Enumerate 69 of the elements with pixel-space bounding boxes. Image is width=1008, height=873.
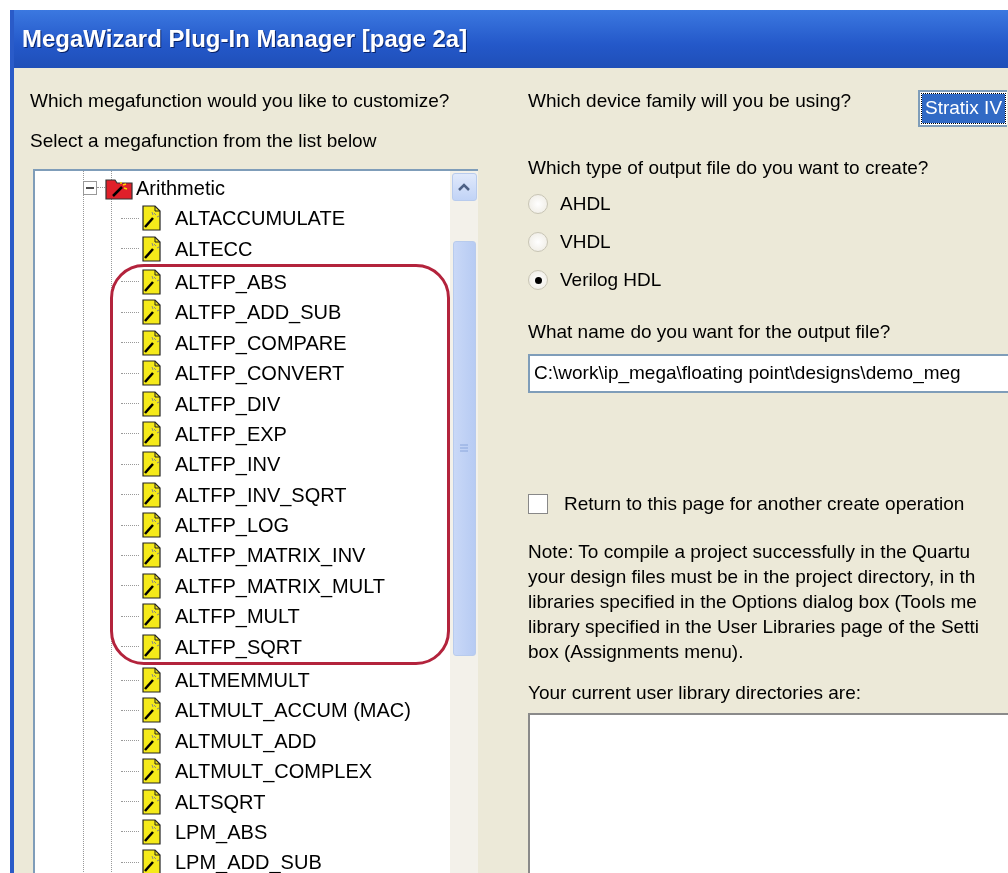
wand-file-icon	[141, 819, 162, 845]
checkbox-label[interactable]: Return to this page for another create operation	[564, 492, 965, 516]
collapse-icon[interactable]	[83, 180, 97, 195]
wand-file-icon	[141, 205, 162, 232]
wand-file-icon	[141, 667, 162, 694]
scroll-thumb[interactable]	[452, 240, 476, 656]
wand-file-icon	[141, 235, 162, 262]
output-file-field[interactable]: C:\work\ip_mega\floating point\designs\demo_meg	[528, 354, 1008, 393]
scroll-up-button[interactable]	[451, 172, 477, 201]
tree-item[interactable]: ALTFP_LOG	[113, 509, 447, 541]
radio-label[interactable]: Verilog HDL	[560, 268, 662, 292]
radio-button[interactable]	[528, 194, 548, 215]
wand-file-icon	[141, 512, 162, 539]
wand-file-icon	[141, 360, 162, 387]
wand-file-icon	[141, 390, 162, 417]
instruction-label: Select a megafunction from the list below	[30, 129, 378, 153]
wand-file-icon	[141, 420, 162, 447]
tree-item[interactable]: ALTMULT_COMPLEX	[35, 756, 450, 787]
output-name-label: What name do you want for the output file?	[528, 321, 892, 345]
tree-item[interactable]: ALTFP_ABS	[113, 266, 447, 298]
tree-item[interactable]: ALTFP_DIV	[113, 388, 447, 419]
wand-file-icon	[141, 299, 162, 326]
tree-item[interactable]: ALTFP_CONVERT	[113, 357, 447, 389]
wand-file-icon	[141, 542, 162, 569]
wand-file-icon	[141, 268, 162, 295]
tree-item[interactable]: ALTFP_MULT	[113, 601, 447, 632]
wand-file-icon	[141, 481, 162, 508]
wand-file-icon	[141, 697, 162, 724]
wand-file-icon	[141, 633, 162, 660]
tree-item[interactable]: ALTFP_MATRIX_INV	[113, 540, 447, 571]
tree-item[interactable]: ALTMULT_ADD	[35, 725, 450, 756]
note-text: Note: To compile a project successfully in the Quartu your design files must be in the project directory, in th libraries specified in the Options dialog box (Tools me library specified in the User Libraries page of the Setti box (Assignments menu).	[528, 540, 980, 665]
tree-item[interactable]: ALTFP_SQRT	[113, 631, 447, 662]
wand-file-icon	[141, 849, 162, 873]
checkbox[interactable]	[528, 494, 548, 514]
tree-item[interactable]: Arithmetic	[35, 172, 450, 203]
tree-item[interactable]: ALTFP_MATRIX_MULT	[113, 570, 447, 602]
library-label: Your current user library directories are:	[528, 682, 862, 706]
output-type-label: Which type of output file do you want to create?	[528, 156, 930, 180]
wand-file-icon	[141, 727, 162, 754]
wand-file-icon	[141, 329, 162, 356]
wand-file-icon	[141, 572, 162, 599]
device-family-select[interactable]: Stratix IV	[918, 90, 1008, 127]
radio-label[interactable]: VHDL	[560, 230, 611, 254]
tree-item[interactable]: ALTFP_INV_SQRT	[113, 479, 447, 510]
wand-file-icon	[141, 788, 162, 815]
scrollbar[interactable]	[450, 170, 478, 873]
tree-item[interactable]: ALTSQRT	[35, 786, 450, 817]
tree-item[interactable]: ALTFP_ADD_SUB	[113, 297, 447, 328]
tree-item[interactable]: LPM_ABS	[35, 816, 450, 848]
window-title: MegaWizard Plug-In Manager [page 2a]	[22, 24, 468, 54]
tree-item[interactable]: ALTECC	[35, 233, 450, 264]
megafunction-tree[interactable]	[33, 168, 478, 873]
wand-file-icon	[141, 451, 162, 478]
grip-icon	[459, 444, 469, 453]
device-family-label: Which device family will you be using?	[528, 90, 853, 113]
tree-item[interactable]: ALTFP_COMPARE	[113, 327, 447, 358]
tree-item[interactable]: ALTFP_INV	[113, 449, 447, 480]
tree-item[interactable]: ALTFP_EXP	[113, 418, 447, 450]
wand-file-icon	[141, 758, 162, 785]
radio-label[interactable]: AHDL	[560, 192, 611, 216]
radio-button[interactable]	[528, 232, 548, 253]
wand-file-icon	[141, 603, 162, 630]
tree-item[interactable]: ALTMEMMULT	[35, 664, 450, 696]
tree-item[interactable]: ALTACCUMULATE	[35, 203, 450, 234]
tree-item[interactable]: LPM_ADD_SUB	[35, 847, 450, 873]
question-label: Which megafunction would you like to customize?	[30, 90, 451, 113]
radio-button[interactable]	[528, 270, 548, 291]
tree-item[interactable]: ALTMULT_ACCUM (MAC)	[35, 695, 450, 726]
